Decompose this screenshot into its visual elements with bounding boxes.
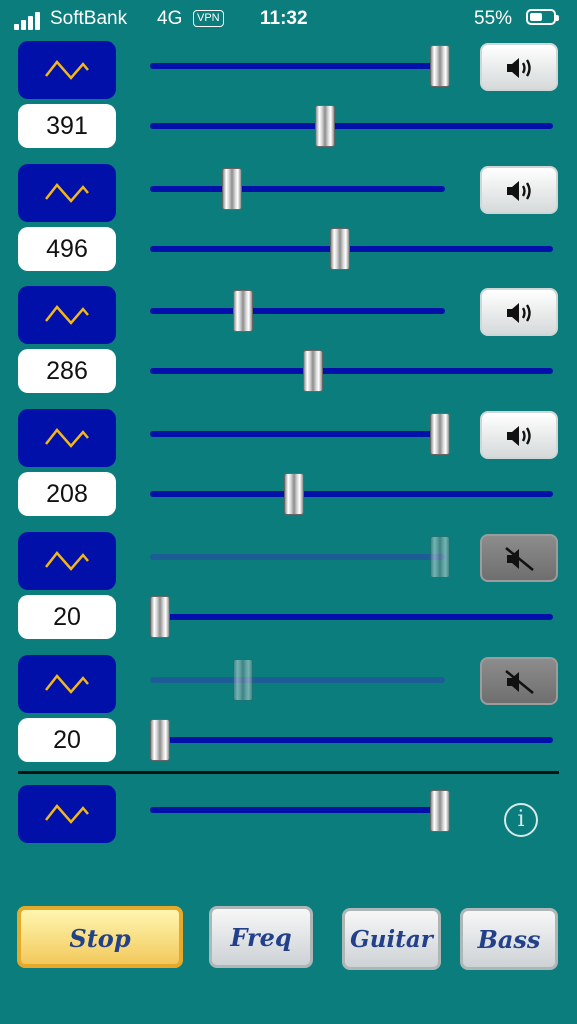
triangle-wave-icon — [45, 428, 89, 449]
frequency-slider[interactable] — [150, 368, 553, 375]
waveform-button[interactable] — [18, 163, 116, 222]
unmute-button[interactable] — [480, 533, 558, 582]
volume-thumb[interactable] — [430, 45, 450, 87]
divider — [18, 771, 559, 774]
speaker-icon — [507, 426, 531, 447]
frequency-value[interactable]: 286 — [18, 349, 116, 394]
speaker-icon — [507, 58, 531, 78]
volume-slider[interactable] — [150, 431, 445, 438]
volume-thumb[interactable] — [430, 413, 450, 456]
volume-thumb[interactable] — [233, 658, 254, 701]
speaker-icon — [507, 303, 531, 324]
triangle-wave-icon — [45, 305, 89, 326]
waveform-button[interactable] — [18, 41, 116, 99]
speaker-muted-icon — [505, 669, 534, 694]
frequency-thumb[interactable] — [314, 105, 335, 147]
frequency-slider[interactable] — [150, 736, 553, 743]
volume-thumb[interactable] — [430, 535, 450, 578]
speaker-icon — [507, 180, 531, 201]
triangle-wave-icon — [45, 182, 89, 203]
frequency-thumb[interactable] — [330, 227, 350, 270]
clock: 11:32 — [260, 8, 308, 29]
network-type: 4G — [157, 8, 183, 29]
triangle-wave-icon — [45, 804, 89, 824]
frequency-value[interactable]: 391 — [18, 104, 116, 148]
triangle-wave-icon — [45, 673, 89, 694]
status-bar: SoftBank 4G VPN 11:32 55% — [0, 0, 577, 40]
mute-button[interactable] — [480, 165, 558, 214]
mute-button[interactable] — [480, 43, 558, 91]
frequency-slider[interactable] — [150, 123, 553, 129]
freq-button[interactable]: Freq — [209, 906, 313, 968]
frequency-value[interactable]: 20 — [18, 717, 116, 762]
mute-button[interactable] — [480, 411, 558, 460]
signal-strength-icon — [14, 10, 46, 30]
frequency-slider[interactable] — [150, 613, 553, 620]
waveform-button[interactable] — [18, 286, 116, 345]
vpn-badge: VPN — [193, 10, 224, 27]
triangle-wave-icon — [45, 60, 89, 80]
frequency-thumb[interactable] — [284, 473, 305, 516]
waveform-button[interactable] — [18, 654, 116, 713]
frequency-value[interactable]: 496 — [18, 226, 116, 271]
speaker-muted-icon — [505, 546, 534, 571]
master-volume-slider[interactable] — [150, 807, 445, 813]
master-volume-thumb[interactable] — [430, 790, 450, 832]
battery-percent: 55% — [474, 8, 513, 29]
frequency-thumb[interactable] — [150, 718, 170, 761]
frequency-slider[interactable] — [150, 245, 553, 252]
volume-slider[interactable] — [150, 676, 445, 683]
volume-slider[interactable] — [150, 63, 445, 69]
frequency-thumb[interactable] — [150, 595, 170, 638]
triangle-wave-icon — [45, 550, 89, 571]
bass-button[interactable]: Bass — [460, 908, 558, 970]
frequency-slider[interactable] — [150, 491, 553, 498]
unmute-button[interactable] — [480, 656, 558, 705]
stop-button[interactable]: Stop — [17, 906, 183, 968]
volume-thumb[interactable] — [233, 290, 254, 333]
master-waveform-button[interactable] — [18, 785, 116, 843]
carrier-name: SoftBank — [50, 8, 128, 29]
volume-thumb[interactable] — [221, 167, 242, 210]
volume-slider[interactable] — [150, 185, 445, 192]
info-icon[interactable]: i — [504, 803, 538, 837]
mute-button[interactable] — [480, 288, 558, 337]
frequency-value[interactable]: 20 — [18, 594, 116, 639]
volume-slider[interactable] — [150, 308, 445, 315]
guitar-button[interactable]: Guitar — [342, 908, 441, 970]
frequency-value[interactable]: 208 — [18, 472, 116, 517]
waveform-button[interactable] — [18, 409, 116, 468]
volume-slider[interactable] — [150, 553, 445, 560]
battery-icon — [526, 9, 559, 25]
waveform-button[interactable] — [18, 531, 116, 590]
frequency-thumb[interactable] — [303, 350, 324, 393]
